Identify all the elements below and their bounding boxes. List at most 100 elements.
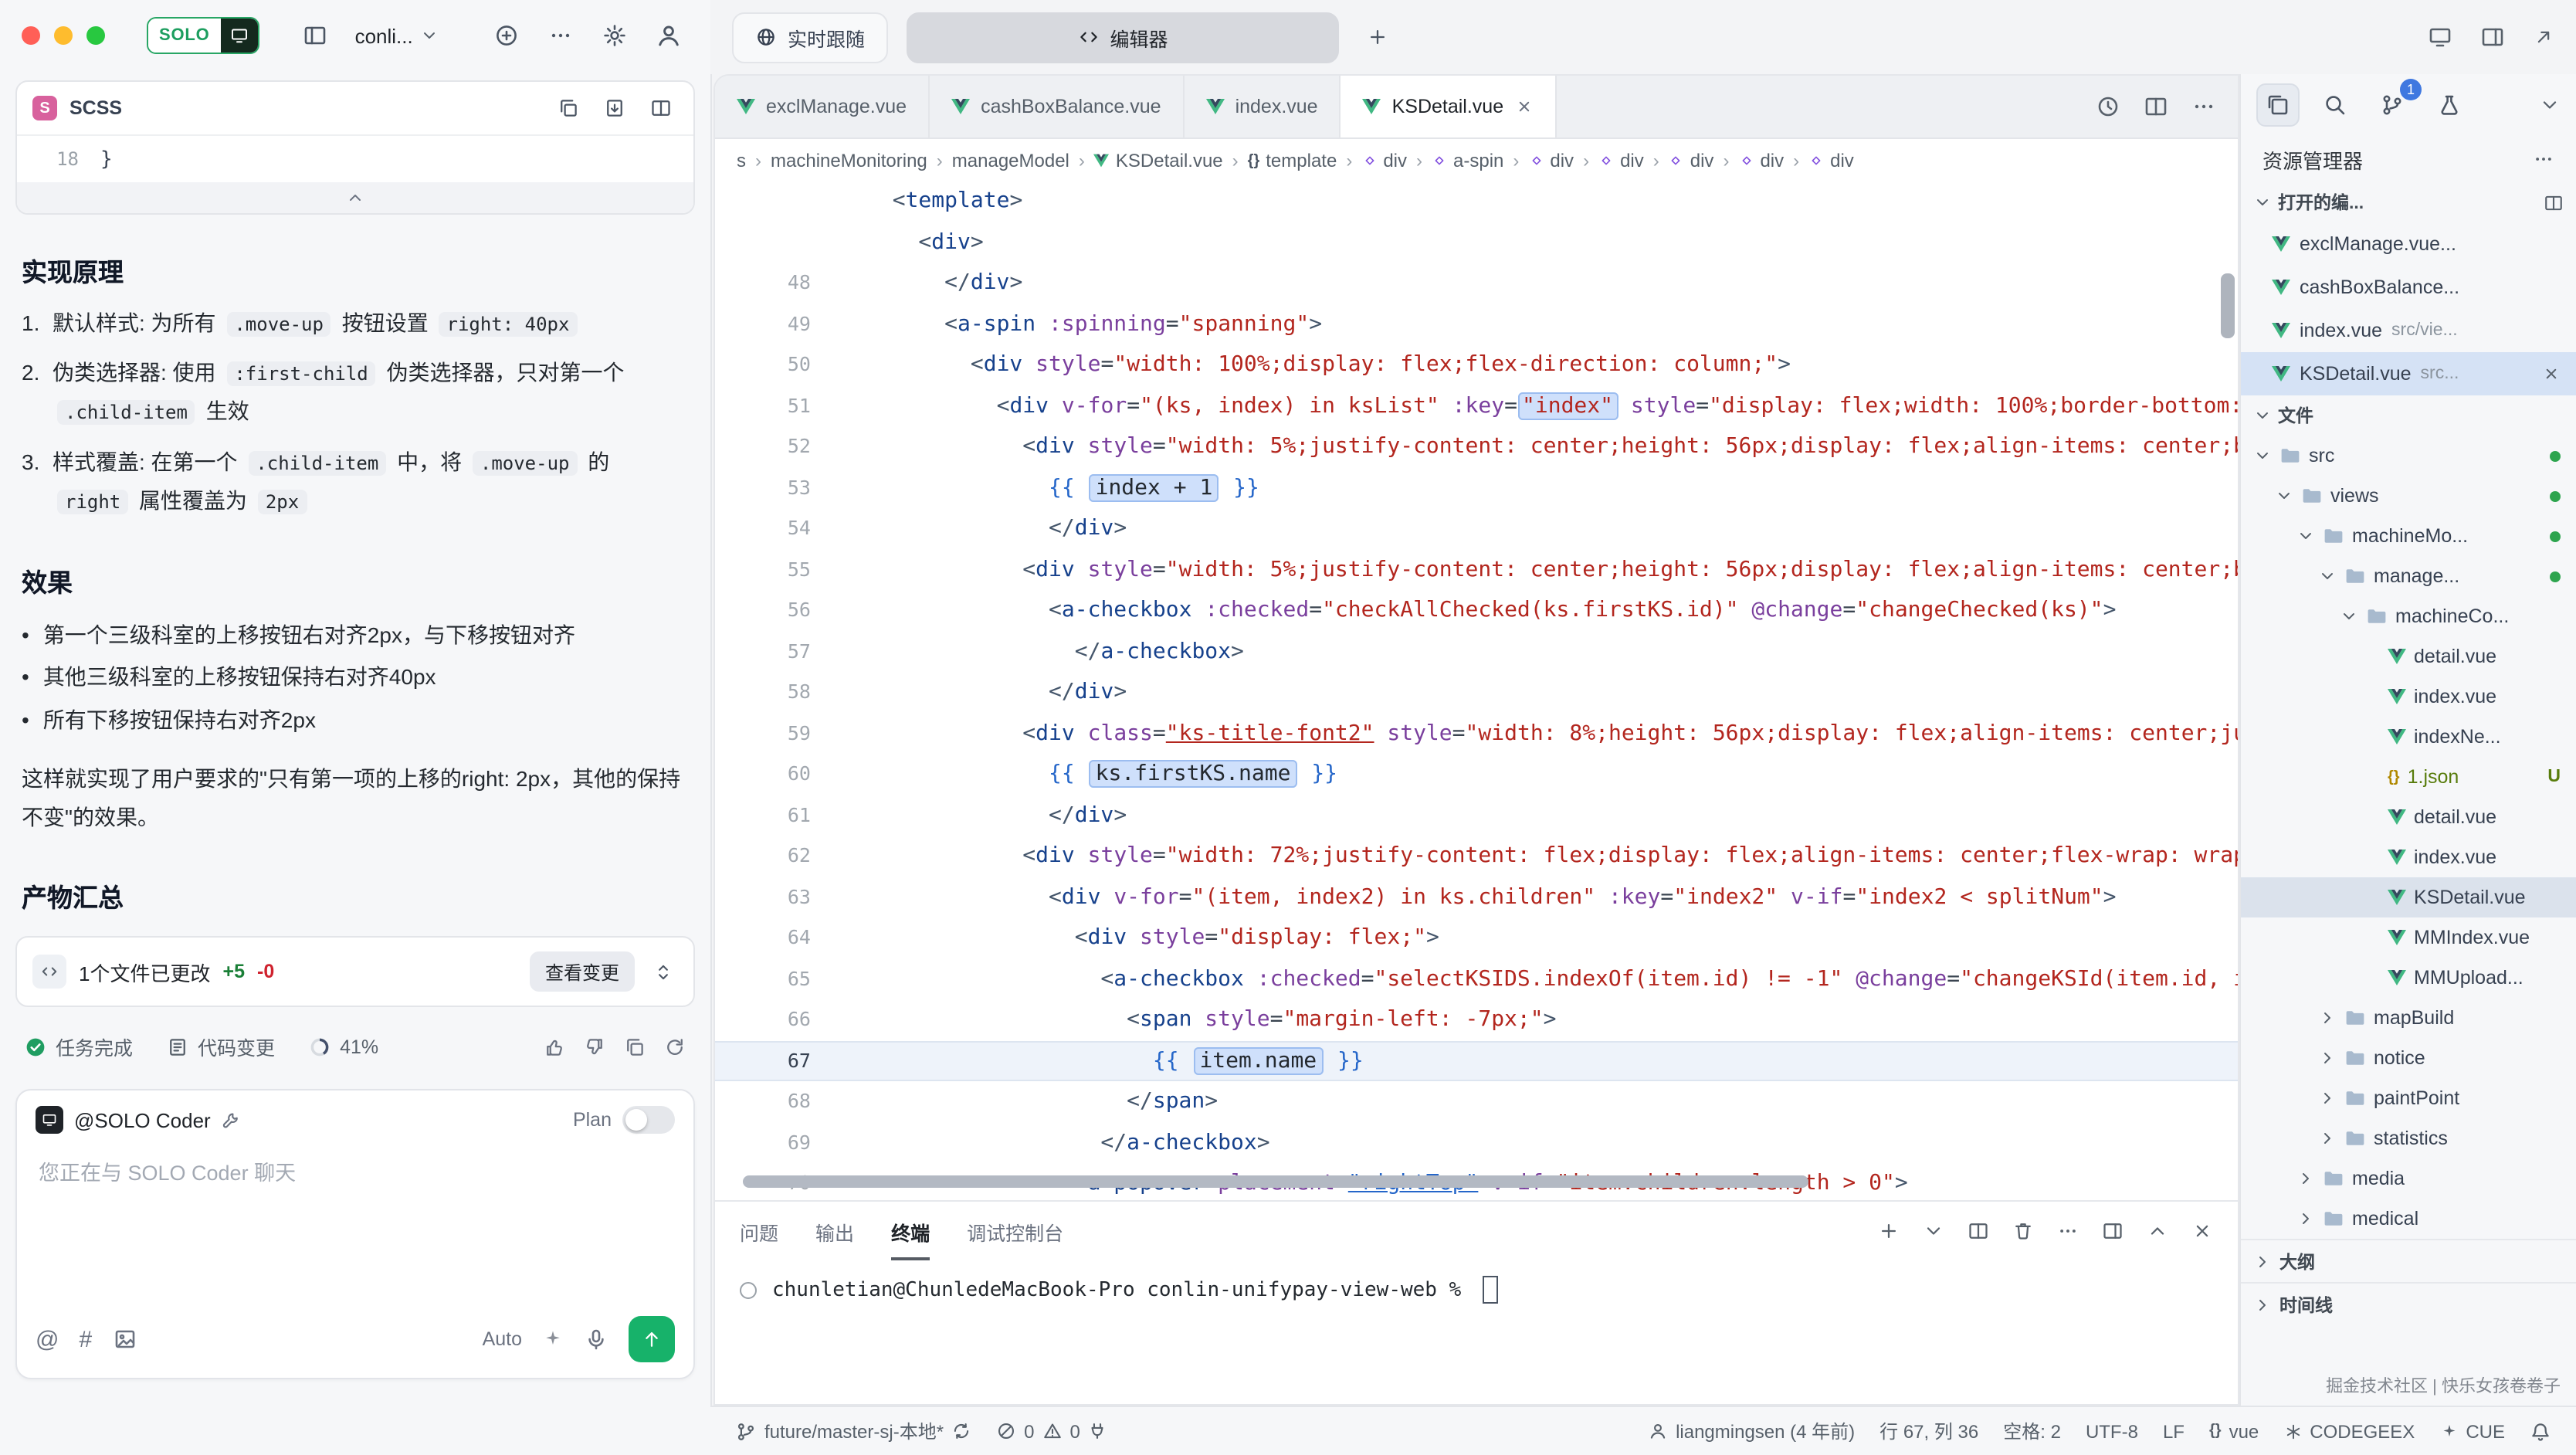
regenerate-button[interactable] bbox=[664, 1036, 686, 1057]
tree-item-media[interactable]: media bbox=[2241, 1158, 2576, 1199]
code-line[interactable]: 61</div> bbox=[715, 795, 2238, 836]
panel-tab-调试控制台[interactable]: 调试控制台 bbox=[967, 1202, 1063, 1260]
eol-setting[interactable]: LF bbox=[2163, 1420, 2185, 1442]
code-line[interactable]: 54</div> bbox=[715, 508, 2238, 549]
open-editors-header[interactable]: 打开的编... bbox=[2241, 182, 2576, 222]
breadcrumb-item[interactable]: KSDetail.vue bbox=[1094, 150, 1223, 171]
thumbs-up-button[interactable] bbox=[544, 1036, 565, 1057]
code-line[interactable]: 66<span style="margin-left: -7px;"> bbox=[715, 999, 2238, 1040]
new-terminal-icon[interactable] bbox=[1878, 1220, 1900, 1242]
editor-tab[interactable]: index.vue bbox=[1185, 76, 1341, 137]
open-editor-item[interactable]: index.vuesrc/vie... bbox=[2241, 309, 2576, 352]
line-number[interactable]: 53 bbox=[715, 467, 842, 508]
toggle-sidebar-icon[interactable] bbox=[295, 15, 335, 56]
collapse-panel-icon[interactable] bbox=[2533, 26, 2554, 48]
line-number[interactable]: 69 bbox=[715, 1122, 842, 1163]
editor-tab[interactable]: KSDetail.vue bbox=[1341, 76, 1557, 137]
line-number[interactable]: 62 bbox=[715, 836, 842, 877]
code-line[interactable]: 56<a-checkbox :checked="checkAllChecked(… bbox=[715, 590, 2238, 631]
cursor-position[interactable]: 行 67, 列 36 bbox=[1879, 1418, 1978, 1444]
tree-item-index.vue[interactable]: index.vue bbox=[2241, 677, 2576, 717]
line-number[interactable]: 51 bbox=[715, 385, 842, 426]
line-number[interactable]: 48 bbox=[715, 263, 842, 304]
test-view-icon[interactable] bbox=[2428, 83, 2471, 127]
minimize-window-button[interactable] bbox=[54, 26, 73, 45]
code-line[interactable]: 63<div v-for="(item, index2) in ks.child… bbox=[715, 877, 2238, 917]
breadcrumb-item[interactable]: div bbox=[1528, 150, 1574, 171]
code-line[interactable]: 49<a-spin :spinning="spanning"> bbox=[715, 304, 2238, 344]
code-line[interactable]: 68</span> bbox=[715, 1081, 2238, 1122]
tree-item-machineCo...[interactable]: machineCo... bbox=[2241, 596, 2576, 636]
breadcrumb-item[interactable]: a-spin bbox=[1432, 150, 1503, 171]
open-diff-button[interactable] bbox=[644, 91, 678, 125]
tree-item-paintPoint[interactable]: paintPoint bbox=[2241, 1078, 2576, 1118]
code-line[interactable]: 57</a-checkbox> bbox=[715, 631, 2238, 672]
editor-tab[interactable]: exclManage.vue bbox=[715, 76, 930, 137]
panel-tab-输出[interactable]: 输出 bbox=[815, 1202, 854, 1260]
breadcrumb-item[interactable]: div bbox=[1669, 150, 1714, 171]
line-number[interactable]: 57 bbox=[715, 631, 842, 672]
solo-mode-badge[interactable]: SOLO bbox=[147, 17, 259, 54]
code-editor[interactable]: <template><div>48</div>49<a-spin :spinni… bbox=[715, 181, 2238, 1200]
editor-more-icon[interactable] bbox=[2191, 94, 2216, 119]
line-number[interactable]: 65 bbox=[715, 958, 842, 999]
hash-button[interactable]: # bbox=[79, 1326, 92, 1352]
tab-editor[interactable]: 编辑器 bbox=[907, 12, 1339, 63]
code-line[interactable]: 58</div> bbox=[715, 672, 2238, 713]
tree-item-MMUpload...[interactable]: MMUpload... bbox=[2241, 958, 2576, 998]
line-number[interactable]: 58 bbox=[715, 672, 842, 713]
close-editor-icon[interactable] bbox=[2542, 365, 2561, 383]
breadcrumb-item[interactable]: div bbox=[1738, 150, 1784, 171]
line-number[interactable]: 66 bbox=[715, 999, 842, 1040]
code-line[interactable]: 53{{ index + 1 }} bbox=[715, 467, 2238, 508]
tree-item-mapBuild[interactable]: mapBuild bbox=[2241, 998, 2576, 1038]
vertical-scrollbar[interactable] bbox=[2221, 273, 2235, 338]
tree-item-1.json[interactable]: {}1.jsonU bbox=[2241, 757, 2576, 797]
terminal-more-icon[interactable] bbox=[2057, 1220, 2079, 1242]
line-number[interactable]: 49 bbox=[715, 304, 842, 344]
open-editor-item[interactable]: exclManage.vue... bbox=[2241, 222, 2576, 266]
tree-item-detail.vue[interactable]: detail.vue bbox=[2241, 797, 2576, 837]
breadcrumb-item[interactable]: s bbox=[737, 150, 746, 171]
tree-item-indexNe...[interactable]: indexNe... bbox=[2241, 717, 2576, 757]
close-window-button[interactable] bbox=[22, 26, 40, 45]
line-number[interactable]: 68 bbox=[715, 1081, 842, 1122]
files-section-header[interactable]: 文件 bbox=[2241, 395, 2576, 436]
plan-toggle[interactable] bbox=[622, 1106, 675, 1134]
code-change-icon[interactable] bbox=[167, 1036, 188, 1057]
breadcrumb-item[interactable]: {}template bbox=[1248, 150, 1337, 171]
code-line[interactable]: 60{{ ks.firstKS.name }} bbox=[715, 754, 2238, 795]
breadcrumb-item[interactable]: machineMonitoring bbox=[771, 150, 927, 171]
breadcrumb-item[interactable]: div bbox=[1361, 150, 1407, 171]
breadcrumb-item[interactable]: div bbox=[1808, 150, 1854, 171]
code-change-label[interactable]: 代码变更 bbox=[198, 1032, 275, 1061]
model-auto-selector[interactable]: Auto bbox=[483, 1328, 522, 1350]
split-terminal-icon[interactable] bbox=[1968, 1220, 1989, 1242]
account-avatar[interactable] bbox=[649, 15, 689, 56]
mention-button[interactable]: @ bbox=[36, 1326, 59, 1352]
codegeex-plugin[interactable]: CODEGEEX bbox=[2283, 1420, 2415, 1442]
copy-code-button[interactable] bbox=[551, 91, 585, 125]
attach-image-button[interactable] bbox=[112, 1327, 137, 1352]
settings-button[interactable] bbox=[595, 15, 635, 56]
preview-icon[interactable] bbox=[2428, 25, 2452, 49]
project-selector[interactable]: conli... bbox=[355, 24, 439, 47]
terminal-profile-icon[interactable] bbox=[1923, 1220, 1944, 1242]
code-line[interactable]: 59<div class="ks-title-font2" style="wid… bbox=[715, 713, 2238, 754]
line-number[interactable]: 63 bbox=[715, 877, 842, 917]
thumbs-down-button[interactable] bbox=[584, 1036, 605, 1057]
agent-tools-icon[interactable] bbox=[222, 1110, 242, 1130]
split-editor-icon[interactable] bbox=[2144, 94, 2168, 119]
code-line[interactable]: 52<div style="width: 5%;justify-content:… bbox=[715, 426, 2238, 467]
panel-tab-问题[interactable]: 问题 bbox=[740, 1202, 778, 1260]
explorer-more-icon[interactable] bbox=[2533, 148, 2554, 170]
breadcrumb-item[interactable]: manageModel bbox=[952, 150, 1069, 171]
code-line[interactable]: 48</div> bbox=[715, 263, 2238, 304]
zoom-window-button[interactable] bbox=[86, 26, 105, 45]
line-number[interactable]: 52 bbox=[715, 426, 842, 467]
git-branch-status[interactable]: future/master-sj-本地* bbox=[735, 1418, 971, 1444]
explorer-view-icon[interactable] bbox=[2256, 83, 2300, 127]
language-mode[interactable]: {} vue bbox=[2209, 1420, 2259, 1442]
code-line[interactable]: 65<a-checkbox :checked="selectKSIDS.inde… bbox=[715, 958, 2238, 999]
breadcrumb-item[interactable]: div bbox=[1598, 150, 1644, 171]
